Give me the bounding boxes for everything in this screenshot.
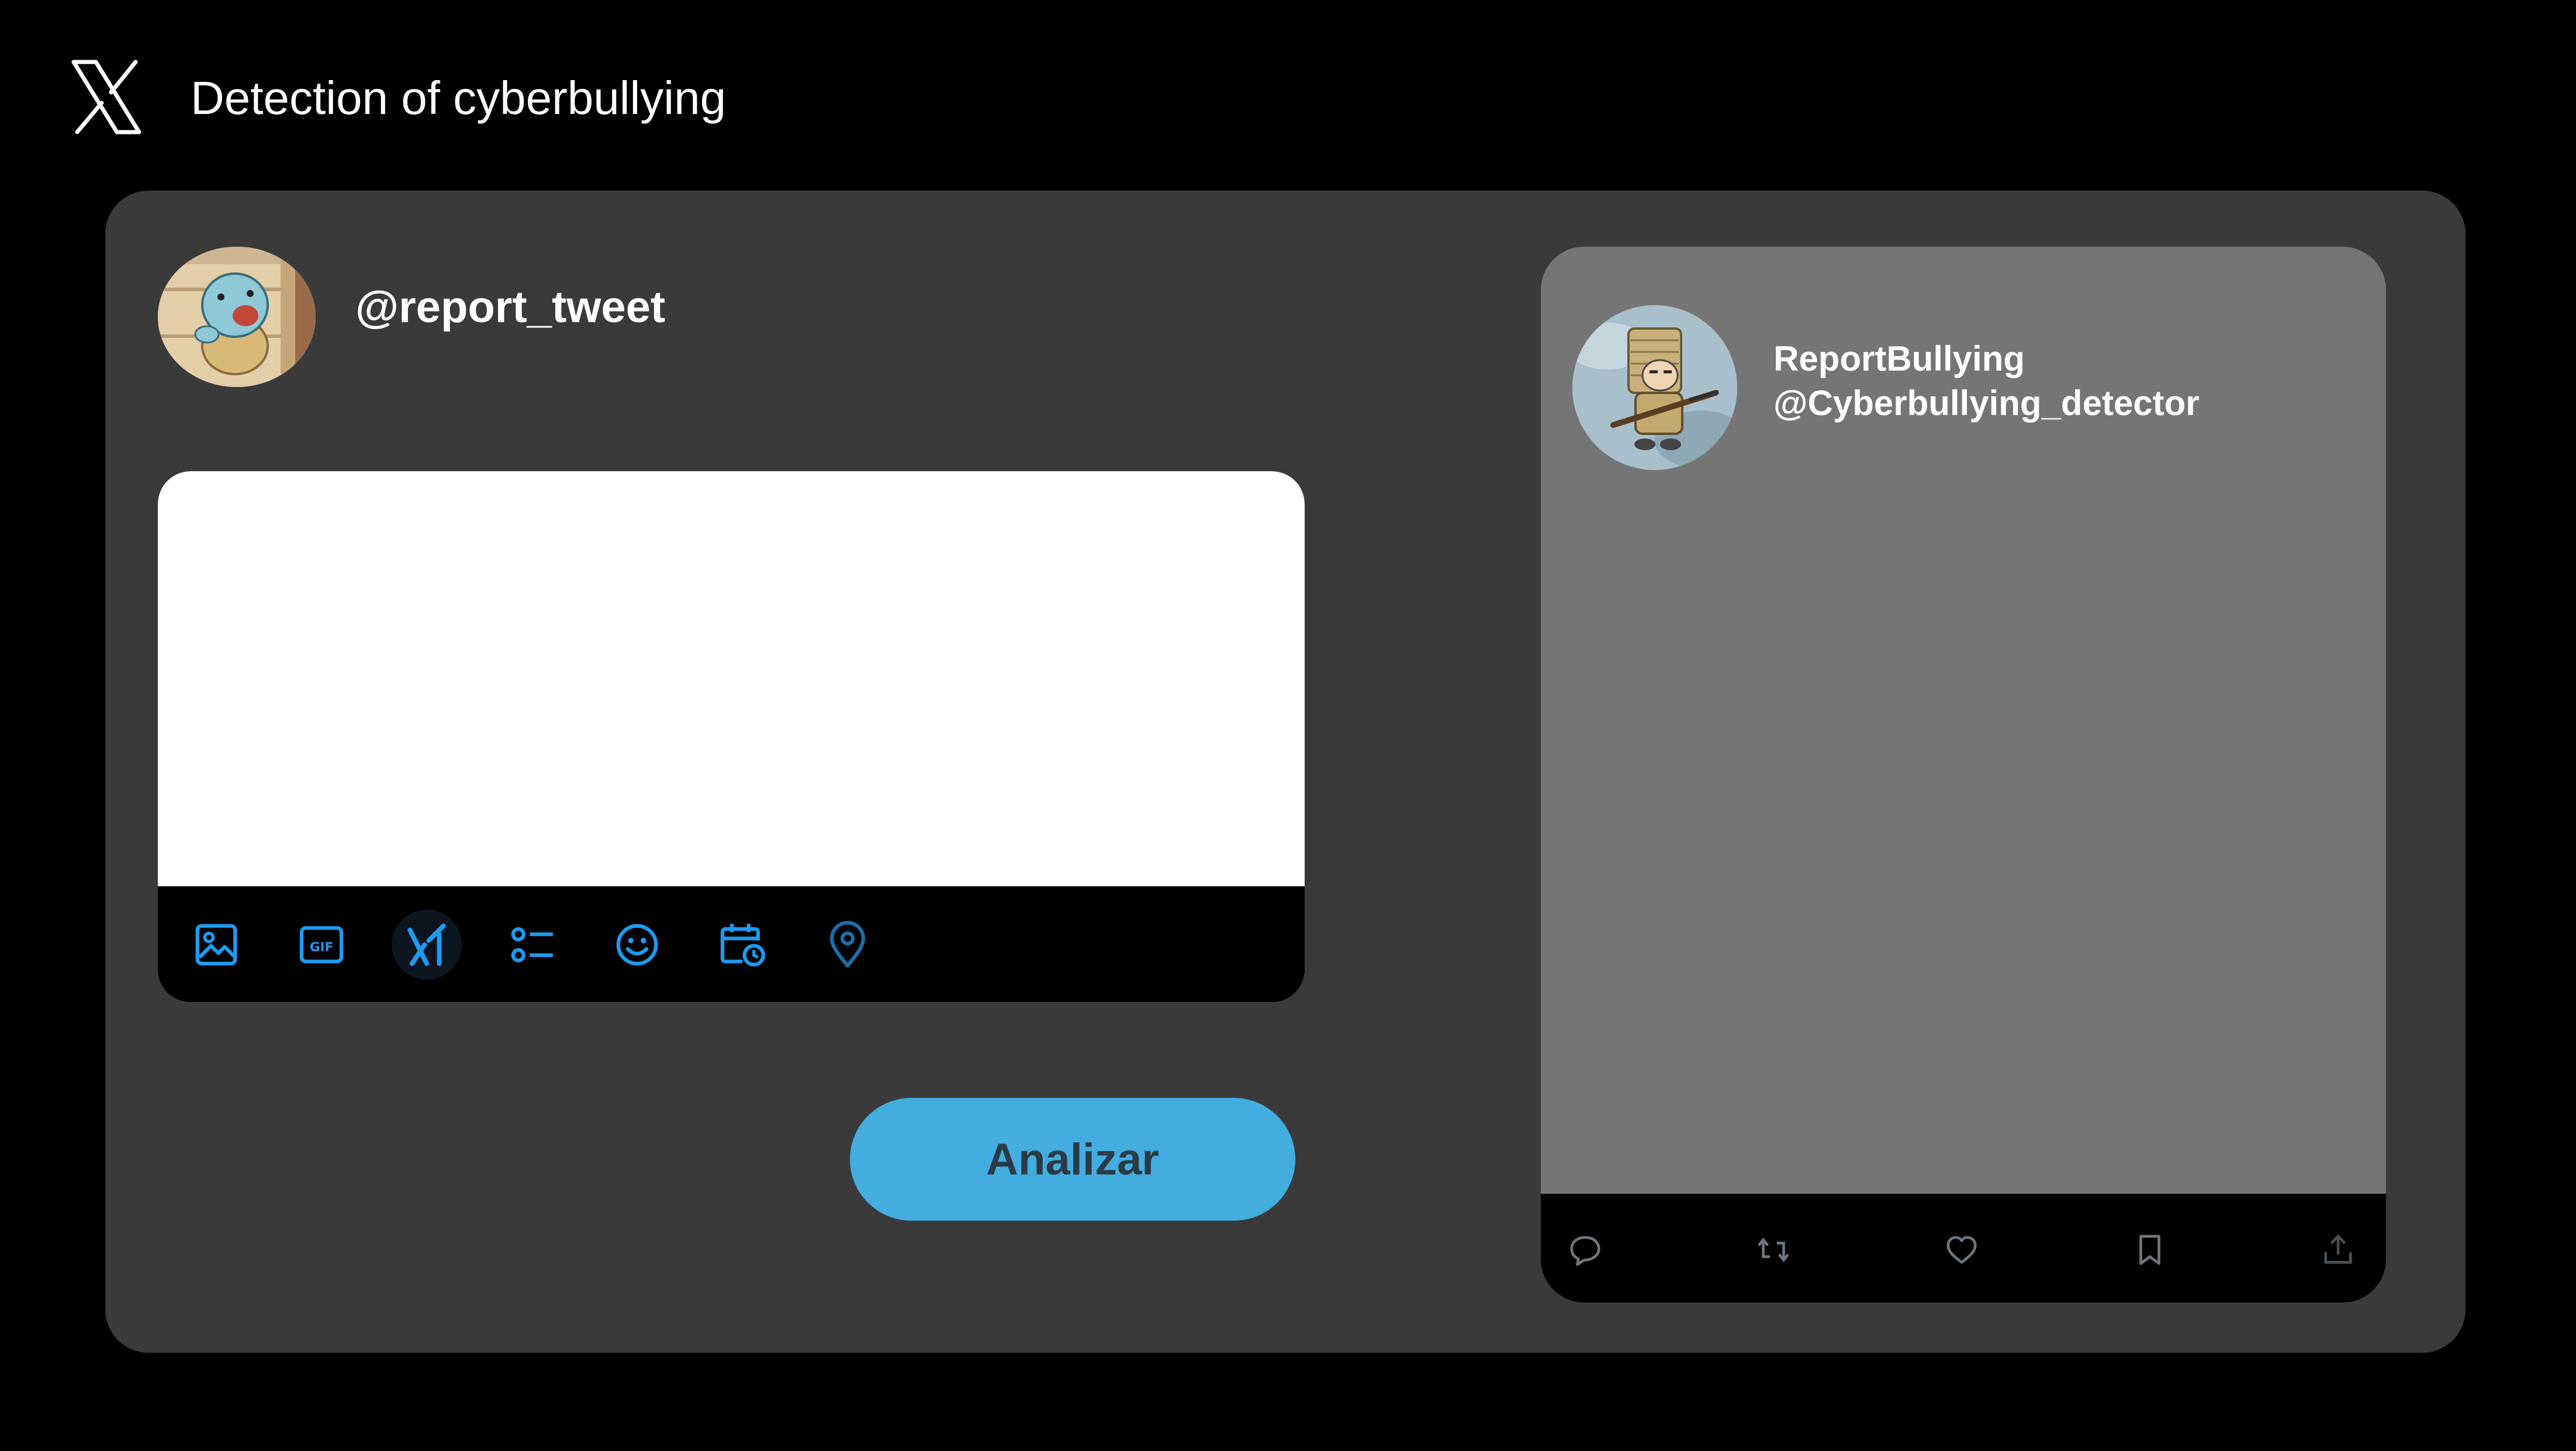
retweet-icon [1757,1237,1790,1263]
grok-icon [407,923,446,966]
poll-icon [511,927,553,963]
result-handle: @Cyberbullying_detector [1773,384,2200,423]
retweet-button[interactable] [1752,1229,1794,1271]
result-tweet-card: ReportBullying @Cyberbullying_detector [1541,247,2386,1303]
emoji-button[interactable] [602,910,672,980]
share-button[interactable] [2317,1229,2359,1271]
tweet-actions-bar [1541,1194,2386,1303]
reply-button[interactable] [1564,1229,1606,1271]
composer-handle: @report_tweet [355,282,666,332]
result-avatar [1572,305,1737,470]
poll-button[interactable] [497,910,567,980]
svg-text:GIF: GIF [310,940,333,955]
bookmark-icon [2139,1235,2160,1265]
analyze-button[interactable]: Analizar [850,1098,1295,1221]
like-button[interactable] [1941,1229,1983,1271]
composer-toolbar: GIF [158,886,1305,1002]
reply-icon [1570,1236,1600,1266]
squirtle-avatar [158,247,316,387]
gif-icon: GIF [299,926,344,963]
image-button[interactable] [181,910,251,980]
main-panel: @report_tweet GIF Analizar ReportBullyin… [105,191,2466,1353]
bookmark-button[interactable] [2129,1229,2171,1271]
schedule-icon [720,924,765,967]
composer-avatar [158,247,316,387]
x-logo-icon [71,60,141,134]
result-display-name: ReportBullying [1773,339,2025,378]
location-button[interactable] [812,910,883,980]
share-icon [2324,1234,2352,1264]
tweet-text-input[interactable] [158,471,1305,886]
soldier-avatar [1572,305,1737,470]
app-title: Detection of cyberbullying [191,72,727,124]
like-icon [1946,1236,1977,1264]
image-icon [195,924,237,966]
grok-button[interactable] [392,910,462,980]
gif-button[interactable]: GIF [286,910,357,980]
schedule-button[interactable] [707,910,777,980]
emoji-icon [616,924,658,966]
location-icon [829,921,866,968]
tweet-composer: GIF [158,471,1305,1002]
